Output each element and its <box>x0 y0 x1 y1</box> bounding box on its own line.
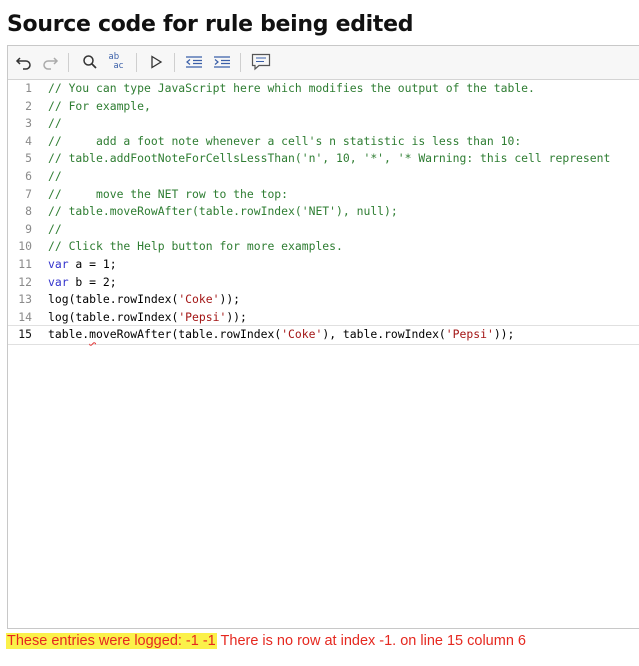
toolbar-separator <box>174 53 175 72</box>
code-line-text: var a = 1; <box>48 256 117 274</box>
line-number: 8 <box>25 204 32 219</box>
line-number: 11 <box>18 256 32 271</box>
code-line[interactable]: 11 var a = 1; <box>8 256 639 274</box>
code-line-text: // <box>48 221 62 236</box>
string-literal: 'Pepsi' <box>178 309 227 324</box>
code-line[interactable]: 12 var b = 2; <box>8 274 639 292</box>
error-marker: m <box>89 327 97 342</box>
code-text: oveRowAfter(table.rowIndex( <box>96 327 282 342</box>
code-line[interactable]: 8 // table.moveRowAfter(table.rowIndex('N… <box>8 203 639 221</box>
code-line-text: // <box>48 116 62 131</box>
line-number: 5 <box>25 151 32 166</box>
code-line[interactable]: 7 // move the NET row to the top: <box>8 186 639 204</box>
code-line-text: // For example, <box>48 98 151 113</box>
line-number: 1 <box>25 81 32 95</box>
string-literal: 'Coke' <box>281 327 323 342</box>
code-line[interactable]: 3 // <box>8 115 639 133</box>
toolbar-separator <box>240 53 241 72</box>
find-button[interactable] <box>80 52 100 72</box>
code-text: ), table.rowIndex( <box>322 327 446 342</box>
line-number: 7 <box>25 186 32 201</box>
line-number: 15 <box>18 327 32 342</box>
redo-icon <box>43 57 59 70</box>
log-output: These entries were logged: -1 -1 There i… <box>6 633 526 649</box>
line-number: 10 <box>18 239 32 254</box>
replace-icon-bottom: ac <box>113 61 124 71</box>
code-text: log(table.rowIndex( <box>48 292 179 307</box>
toolbar-separator <box>68 53 69 72</box>
code-line[interactable]: 4 // add a foot note whenever a cell's n … <box>8 133 639 151</box>
code-line[interactable]: 9 // <box>8 221 639 239</box>
code-text: a = 1; <box>68 256 117 271</box>
code-text: )); <box>219 292 241 307</box>
code-text: log(table.rowIndex( <box>48 309 179 324</box>
line-number: 14 <box>18 309 32 324</box>
code-line-text: // table.moveRowAfter(table.rowIndex('NE… <box>48 204 398 219</box>
line-number: 12 <box>18 274 32 289</box>
redo-button[interactable] <box>40 52 60 72</box>
code-editor[interactable]: ab ac 1 // You can type JavaScript here … <box>7 45 639 629</box>
line-number: 4 <box>25 133 32 148</box>
replace-icon: ab ac <box>109 53 124 71</box>
undo-icon <box>15 57 31 70</box>
code-line-text: // table.addFootNoteForCellsLessThan('n'… <box>48 151 611 166</box>
code-text: )); <box>226 309 247 324</box>
outdent-button[interactable] <box>184 52 204 72</box>
error-message: There is no row at index -1. on line 15 … <box>216 633 526 649</box>
outdent-icon <box>186 56 202 68</box>
code-line-text: // move the NET row to the top: <box>48 186 289 201</box>
code-line[interactable]: 13 log(table.rowIndex('Coke')); <box>8 291 639 309</box>
code-line[interactable]: 2 // For example, <box>8 98 639 116</box>
line-number: 2 <box>25 98 32 113</box>
line-number: 3 <box>25 116 32 131</box>
page-title: Source code for rule being edited <box>7 12 414 37</box>
editor-toolbar: ab ac <box>8 46 639 80</box>
code-line[interactable]: 6 // <box>8 168 639 186</box>
line-number: 13 <box>18 292 32 307</box>
code-line-text: log(table.rowIndex('Pepsi')); <box>48 309 247 327</box>
indent-button[interactable] <box>212 52 232 72</box>
play-icon <box>151 55 163 69</box>
comment-icon <box>251 53 271 71</box>
code-text: )); <box>493 327 515 342</box>
indent-icon <box>214 56 230 68</box>
comment-button[interactable] <box>251 52 271 72</box>
search-icon <box>83 55 97 69</box>
code-line-text: table.moveRowAfter(table.rowIndex('Coke'… <box>48 326 514 344</box>
code-line-text: // You can type JavaScript here which mo… <box>48 81 535 95</box>
line-number: 6 <box>25 168 32 183</box>
code-line-text: log(table.rowIndex('Coke')); <box>48 291 240 309</box>
code-line[interactable]: 10 // Click the Help button for more exam… <box>8 238 639 256</box>
undo-button[interactable] <box>14 52 34 72</box>
keyword: var <box>48 274 69 289</box>
code-text: table. <box>48 327 90 342</box>
logged-entries: These entries were logged: -1 -1 <box>6 633 217 649</box>
code-line-text: // <box>48 168 62 183</box>
code-line-text: // Click the Help button for more exampl… <box>48 239 343 254</box>
code-line[interactable]: 1 // You can type JavaScript here which m… <box>8 80 639 98</box>
code-line-text: // add a foot note whenever a cell's n s… <box>48 133 522 148</box>
keyword: var <box>48 256 69 271</box>
code-area[interactable]: 1 // You can type JavaScript here which m… <box>8 80 639 345</box>
string-literal: 'Pepsi' <box>445 327 494 342</box>
replace-button[interactable]: ab ac <box>106 52 126 72</box>
run-button[interactable] <box>146 52 166 72</box>
code-line-active[interactable]: 15 table.moveRowAfter(table.rowIndex('Cok… <box>8 325 639 345</box>
string-literal: 'Coke' <box>178 292 220 307</box>
code-line-text: var b = 2; <box>48 274 117 292</box>
toolbar-separator <box>136 53 137 72</box>
line-number: 9 <box>25 221 32 236</box>
code-line[interactable]: 14 log(table.rowIndex('Pepsi')); <box>8 309 639 327</box>
code-line[interactable]: 5 // table.addFootNoteForCellsLessThan('n… <box>8 150 639 168</box>
code-text: b = 2; <box>68 274 117 289</box>
